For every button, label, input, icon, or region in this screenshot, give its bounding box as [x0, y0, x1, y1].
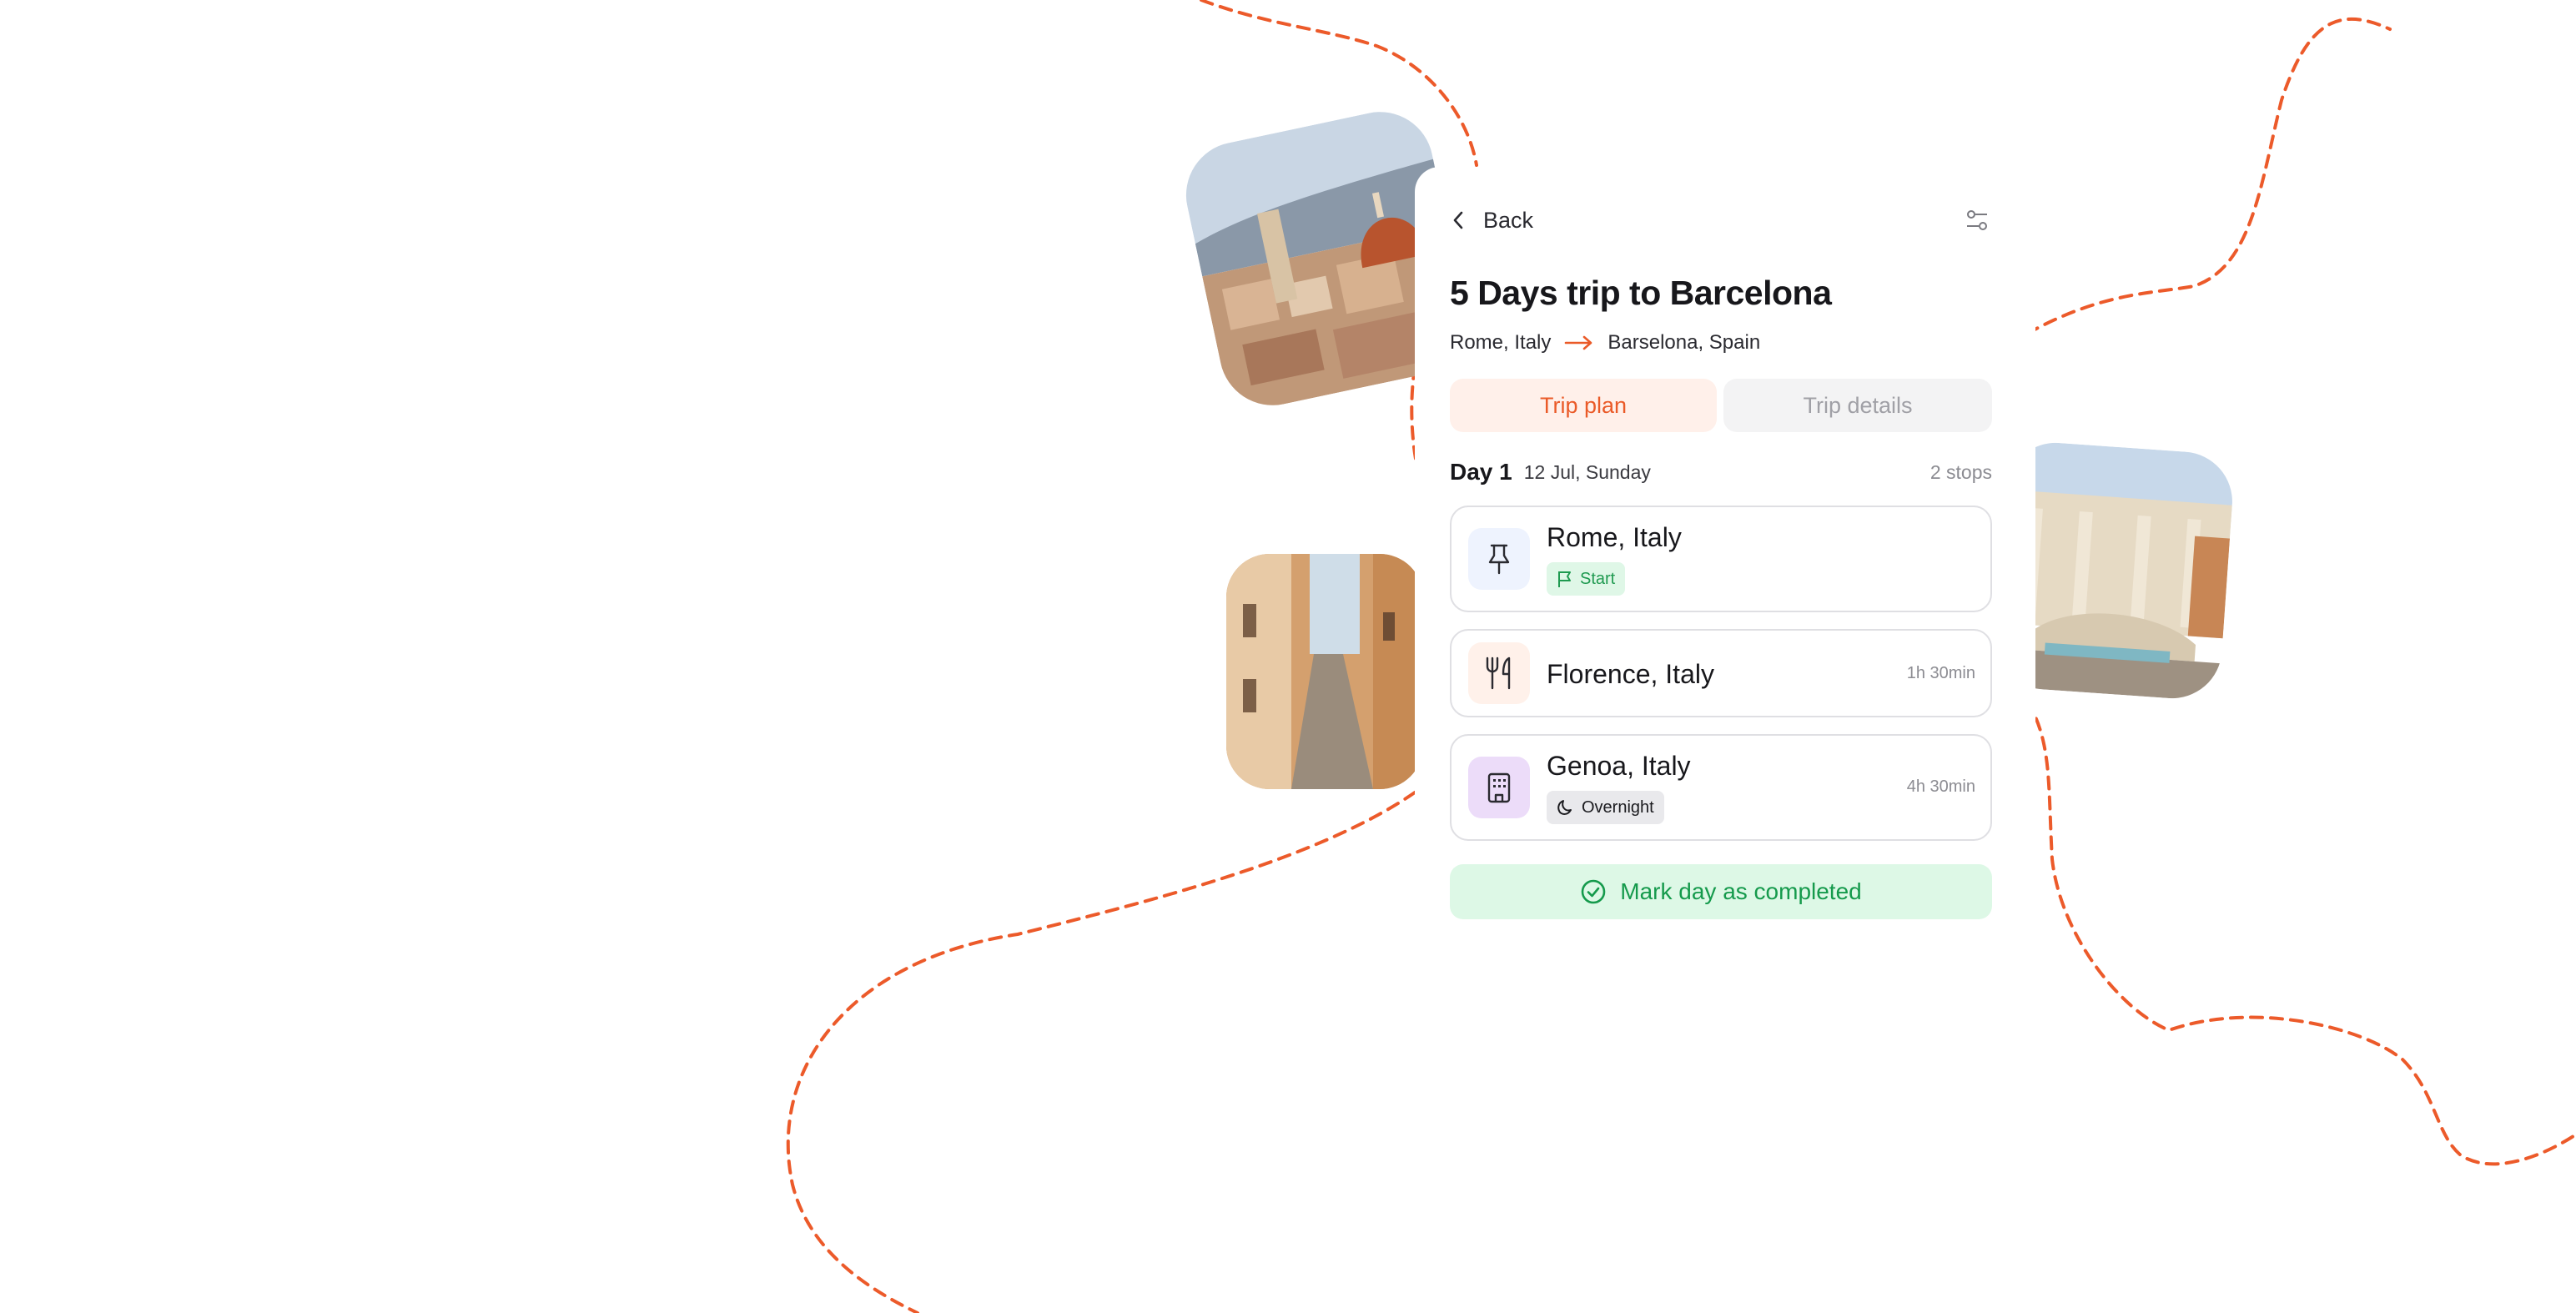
- day-date: 12 Jul, Sunday: [1523, 460, 1651, 483]
- check-circle-icon: [1581, 879, 1606, 904]
- stop-card-genoa[interactable]: Genoa, Italy Overnight 4h 30min: [1450, 734, 1992, 841]
- moon-icon: [1557, 800, 1572, 815]
- trip-route: Rome, Italy Barselona, Spain: [1450, 330, 1760, 355]
- mark-day-completed-button[interactable]: Mark day as completed: [1450, 864, 1992, 919]
- chevron-left-icon: [1453, 211, 1463, 229]
- stop-icon-tile: [1468, 757, 1530, 818]
- building-icon: [1487, 772, 1511, 803]
- start-badge-label: Start: [1580, 569, 1616, 588]
- back-button[interactable]: Back: [1450, 205, 1558, 235]
- sliders-icon: [1967, 210, 1987, 230]
- start-badge: Start: [1547, 562, 1626, 596]
- flag-icon: [1558, 571, 1571, 587]
- overnight-badge: Overnight: [1547, 791, 1664, 824]
- tab-trip-plan[interactable]: Trip plan: [1450, 379, 1717, 432]
- back-label: Back: [1483, 207, 1534, 233]
- route-origin: Rome, Italy: [1450, 331, 1552, 354]
- route-destination: Barselona, Spain: [1607, 331, 1761, 354]
- stop-duration: 1h 30min: [1906, 664, 1975, 682]
- stop-icon-tile: [1468, 642, 1530, 704]
- stop-name: Genoa, Italy: [1547, 751, 1691, 781]
- day-header: Day 1 12 Jul, Sunday 2 stops: [1450, 459, 1992, 485]
- filter-button[interactable]: [1962, 205, 1992, 235]
- fork-knife-icon: [1486, 656, 1511, 690]
- arrow-right-icon: [1565, 335, 1592, 350]
- mark-day-completed-label: Mark day as completed: [1620, 878, 1862, 904]
- stop-duration: 4h 30min: [1906, 777, 1975, 796]
- photo-narrow-street: [1226, 554, 1423, 789]
- stops-count: 2 stops: [1929, 460, 1992, 483]
- stop-name: Florence, Italy: [1547, 659, 1714, 689]
- stop-name: Rome, Italy: [1547, 522, 1682, 552]
- trip-plan-panel: Back 5 Days trip to Barcelona Rome, Ital…: [1415, 167, 2035, 968]
- trip-title: 5 Days trip to Barcelona: [1450, 274, 1832, 312]
- stop-card-florence[interactable]: Florence, Italy 1h 30min: [1450, 629, 1992, 717]
- day-label: Day 1: [1450, 459, 1512, 485]
- stop-card-rome[interactable]: Rome, Italy Start: [1450, 506, 1992, 612]
- tab-trip-details[interactable]: Trip details: [1723, 379, 1992, 432]
- pin-icon: [1488, 544, 1510, 575]
- stop-icon-tile: [1468, 528, 1530, 590]
- overnight-badge-label: Overnight: [1582, 797, 1654, 817]
